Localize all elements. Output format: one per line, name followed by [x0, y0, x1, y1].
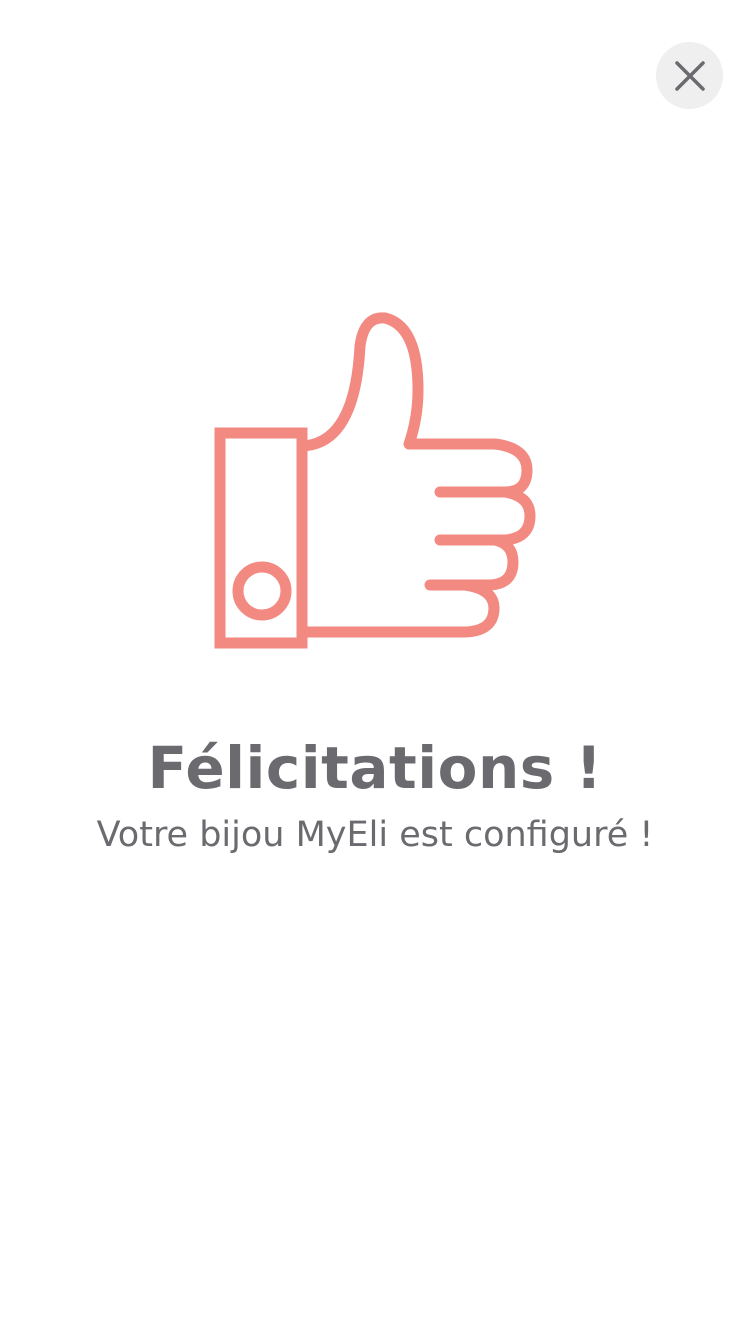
close-button[interactable] [656, 42, 723, 109]
close-icon [673, 59, 707, 93]
confirmation-screen: Félicitations ! Votre bijou MyEli est co… [0, 0, 750, 1334]
thumbs-up-icon [205, 302, 545, 662]
page-title: Félicitations ! [147, 734, 603, 802]
confirmation-message: Votre bijou MyEli est configuré ! [96, 815, 654, 855]
